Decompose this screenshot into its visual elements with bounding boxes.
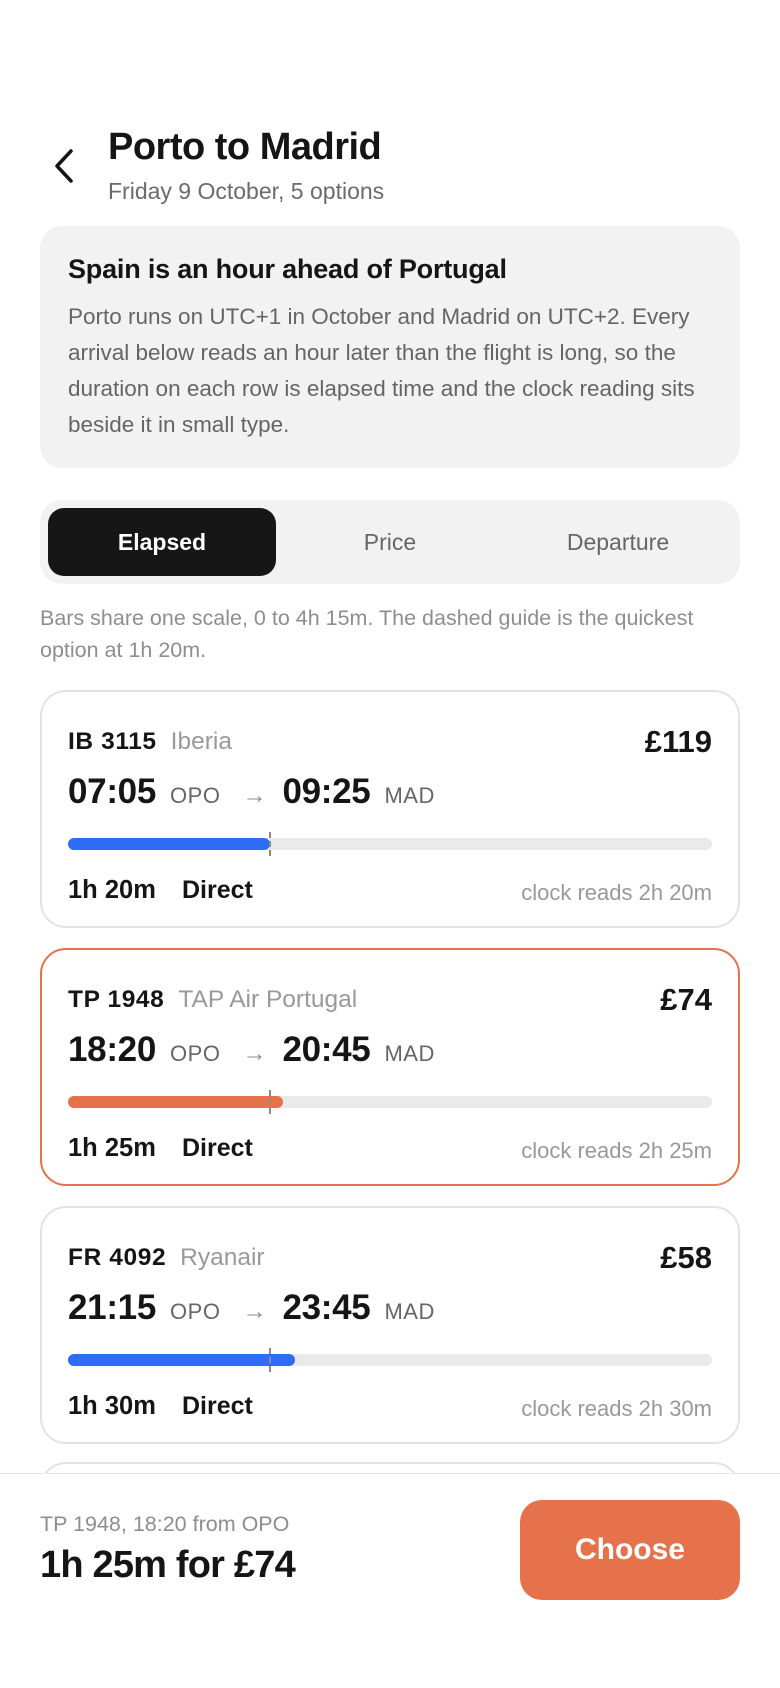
stops-label: Direct xyxy=(182,1134,253,1162)
flight-times: 18:20 OPO → 20:45 MAD xyxy=(68,1030,435,1070)
clock-reading: clock reads 2h 20m xyxy=(521,880,712,905)
flight-number: FR 4092 xyxy=(68,1244,167,1271)
scale-note: Bars share one scale, 0 to 4h 15m. The d… xyxy=(40,606,694,662)
selection-footer: TP 1948, 18:20 from OPO 1h 25m for £74 C… xyxy=(0,1473,780,1688)
clock-reading: clock reads 2h 30m xyxy=(521,1396,712,1421)
duration-bar xyxy=(68,838,271,850)
notice-body: Porto runs on UTC+1 in October and Madri… xyxy=(68,304,695,437)
arrival-airport: MAD xyxy=(384,1299,435,1324)
departure-airport: OPO xyxy=(170,783,221,808)
flight-card[interactable]: FR 4092 Ryanair £58 21:15 OPO → 23:45 MAD… xyxy=(40,1206,740,1444)
flight-card[interactable]: TP 1948 TAP Air Portugal £74 18:20 OPO → … xyxy=(40,948,740,1186)
duration-track xyxy=(68,1348,712,1372)
flight-number: TP 1948 xyxy=(68,986,165,1013)
flight-times: 07:05 OPO → 09:25 MAD xyxy=(68,772,435,812)
flight-price: £58 xyxy=(660,1240,712,1275)
notice-title: Spain is an hour ahead of Portugal xyxy=(68,254,507,284)
quickest-guide xyxy=(269,1348,272,1372)
arrow-right-icon: → xyxy=(242,1298,267,1325)
page-subtitle: Friday 9 October, 5 options xyxy=(108,178,385,204)
flight-times: 21:15 OPO → 23:45 MAD xyxy=(68,1288,435,1328)
stops-label: Direct xyxy=(182,1392,253,1420)
departure-airport: OPO xyxy=(170,1041,221,1066)
departure-time: 21:15 xyxy=(68,1288,157,1327)
sort-segmented-control: Elapsed Price Departure xyxy=(40,500,740,584)
elapsed-duration: 1h 30m xyxy=(68,1392,156,1420)
quickest-guide xyxy=(269,832,272,856)
airline-name: TAP Air Portugal xyxy=(178,986,358,1013)
arrow-right-icon: → xyxy=(242,782,267,809)
chevron-left-icon xyxy=(55,149,73,183)
airline-name: Ryanair xyxy=(180,1244,265,1271)
page-title: Porto to Madrid xyxy=(108,126,382,168)
elapsed-duration: 1h 20m xyxy=(68,876,156,904)
arrival-time: 09:25 xyxy=(282,772,371,811)
header: Porto to Madrid Friday 9 October, 5 opti… xyxy=(0,120,780,210)
flight-card[interactable]: IB 3115 Iberia £119 07:05 OPO → 09:25 MAD… xyxy=(40,690,740,928)
departure-time: 07:05 xyxy=(68,772,157,811)
flight-number: IB 3115 xyxy=(68,728,157,755)
arrival-time: 23:45 xyxy=(282,1288,371,1327)
arrival-time: 20:45 xyxy=(282,1030,371,1069)
flight-price: £74 xyxy=(660,982,712,1017)
duration-bar xyxy=(68,1354,296,1366)
duration-track xyxy=(68,832,712,856)
elapsed-duration: 1h 25m xyxy=(68,1134,156,1162)
choose-button[interactable]: Choose xyxy=(520,1500,740,1600)
duration-track xyxy=(68,1090,712,1114)
arrival-airport: MAD xyxy=(384,1041,435,1066)
departure-time: 18:20 xyxy=(68,1030,157,1069)
sort-option-elapsed[interactable]: Elapsed xyxy=(48,508,276,576)
sort-option-departure[interactable]: Departure xyxy=(504,508,732,576)
arrival-airport: MAD xyxy=(384,783,435,808)
quickest-guide xyxy=(269,1090,272,1114)
airline-name: Iberia xyxy=(170,728,232,755)
clock-reading: clock reads 2h 25m xyxy=(521,1138,712,1163)
duration-bar xyxy=(68,1096,283,1108)
sort-option-price[interactable]: Price xyxy=(276,508,504,576)
departure-airport: OPO xyxy=(170,1299,221,1324)
selected-flight-summary: 1h 25m for £74 xyxy=(40,1544,296,1586)
back-button[interactable] xyxy=(46,146,82,186)
arrow-right-icon: → xyxy=(242,1040,267,1067)
selected-flight-caption: TP 1948, 18:20 from OPO xyxy=(40,1512,290,1536)
stops-label: Direct xyxy=(182,876,253,904)
timezone-notice: Spain is an hour ahead of Portugal Porto… xyxy=(40,226,740,468)
flight-price: £119 xyxy=(644,724,712,759)
